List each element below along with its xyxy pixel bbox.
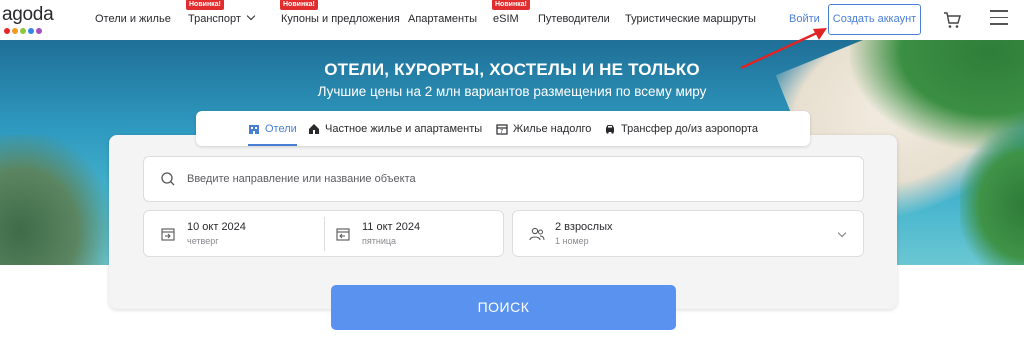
- search-button[interactable]: ПОИСК: [331, 285, 676, 330]
- nav-esim[interactable]: eSIM: [493, 13, 519, 25]
- tab-long-stays[interactable]: 7 Жилье надолго: [496, 111, 591, 146]
- check-in-date: 10 окт 2024: [187, 221, 246, 233]
- hero-title: ОТЕЛИ, КУРОРТЫ, ХОСТЕЛЫ И НЕ ТОЛЬКО: [324, 60, 700, 79]
- destination-search-input[interactable]: Введите направление или название объекта: [143, 156, 864, 202]
- nav-travel-itineraries[interactable]: Туристические маршруты: [625, 13, 756, 25]
- nav-apartments[interactable]: Апартаменты: [408, 13, 477, 25]
- date-range-picker[interactable]: 10 окт 2024 четверг 11 окт 2024 пятница: [143, 210, 504, 257]
- car-icon: [606, 124, 614, 134]
- guests-rooms-selector[interactable]: 2 взрослых 1 номер: [512, 210, 864, 257]
- top-navigation-bar: agoda Отели и жилье Новинка! Транспорт Н…: [0, 0, 1024, 40]
- search-type-tabs: Отели Частное жилье и апартаменты 7 Жиль…: [196, 111, 810, 146]
- hero-subtitle: Лучшие цены на 2 млн вариантов размещени…: [317, 84, 707, 99]
- create-account-button[interactable]: Создать аккаунт: [828, 4, 921, 35]
- check-in-weekday: четверг: [187, 236, 219, 246]
- calendar-icon: 7: [496, 123, 508, 135]
- cliff-decoration: [0, 135, 110, 265]
- check-out-field[interactable]: 11 окт 2024 пятница: [362, 221, 420, 246]
- tab-long-stays-label: Жилье надолго: [513, 122, 592, 135]
- nav-transport-label: Транспорт: [188, 13, 241, 25]
- destination-placeholder: Введите направление или название объекта: [187, 173, 416, 185]
- guests-adults: 2 взрослых: [555, 221, 613, 233]
- people-icon: [529, 227, 545, 241]
- cart-icon[interactable]: [942, 10, 962, 30]
- tab-private-homes-label: Частное жилье и апартаменты: [325, 122, 483, 135]
- house-icon: [309, 123, 319, 134]
- search-icon: [161, 172, 175, 186]
- hamburger-menu-icon[interactable]: [990, 10, 1008, 28]
- tab-hotels-label: Отели: [265, 122, 297, 135]
- chevron-down-icon: [246, 11, 256, 21]
- new-badge-esim: Новинка!: [492, 0, 530, 10]
- check-in-calendar-icon: [161, 228, 175, 241]
- nav-travel-guides[interactable]: Путеводители: [538, 13, 610, 25]
- date-divider: [324, 217, 325, 251]
- tab-airport-transfer[interactable]: Трансфер до/из аэропорта: [604, 111, 758, 146]
- login-link[interactable]: Войти: [789, 13, 820, 25]
- agoda-logo[interactable]: agoda: [2, 4, 62, 36]
- hotel-icon: [249, 124, 259, 134]
- tab-airport-transfer-label: Трансфер до/из аэропорта: [621, 122, 759, 135]
- tab-private-homes[interactable]: Частное жилье и апартаменты: [308, 111, 482, 146]
- nav-hotels-and-homes[interactable]: Отели и жилье: [95, 13, 171, 25]
- guests-rooms: 1 номер: [555, 236, 589, 246]
- check-out-date: 11 окт 2024: [362, 221, 421, 233]
- svg-text:7: 7: [500, 129, 503, 135]
- check-out-calendar-icon: [336, 228, 350, 241]
- nav-transport[interactable]: Транспорт: [188, 11, 256, 25]
- new-badge-transport: Новинка!: [186, 0, 224, 10]
- nav-coupons-and-deals[interactable]: Купоны и предложения: [281, 13, 400, 25]
- check-in-field[interactable]: 10 окт 2024 четверг: [187, 221, 246, 246]
- new-badge-coupons: Новинка!: [280, 0, 318, 10]
- tab-hotels[interactable]: Отели: [248, 111, 297, 146]
- logo-text: agoda: [2, 4, 54, 25]
- guests-summary: 2 взрослых 1 номер: [555, 221, 613, 246]
- logo-dots: [4, 28, 42, 34]
- island-forest-decoration-2: [960, 130, 1024, 265]
- check-out-weekday: пятница: [362, 236, 397, 246]
- chevron-down-icon: [837, 228, 847, 238]
